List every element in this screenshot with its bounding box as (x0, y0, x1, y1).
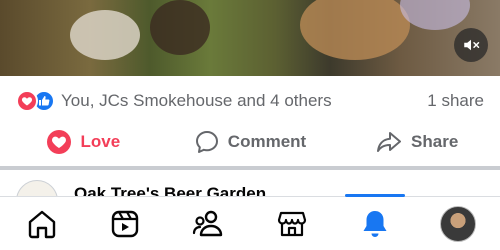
nav-notifications[interactable] (333, 194, 416, 250)
page-avatar[interactable] (16, 180, 58, 196)
share-button[interactable]: Share (333, 129, 500, 155)
love-label: Love (80, 132, 121, 151)
mute-button[interactable] (454, 28, 488, 62)
background-object (400, 0, 470, 30)
next-post-header[interactable]: Oak Tree's Beer Garden (0, 170, 500, 196)
dog-figure (300, 0, 410, 60)
page-name[interactable]: Oak Tree's Beer Garden (74, 184, 266, 196)
comment-button[interactable]: Comment (167, 129, 334, 155)
post-actions: Love Comment Share (0, 122, 500, 162)
share-label: Share (411, 132, 459, 151)
love-icon (47, 130, 72, 154)
bottom-nav (0, 194, 500, 250)
love-button[interactable]: Love (0, 129, 167, 155)
nav-friends[interactable] (167, 197, 250, 250)
reactions-bar[interactable]: You, JCs Smokehouse and 4 others 1 share (0, 84, 500, 118)
profile-avatar (440, 205, 477, 242)
share-icon (377, 132, 402, 152)
reels-icon (111, 210, 139, 237)
marketplace-icon (277, 211, 306, 236)
nav-profile[interactable] (417, 197, 500, 250)
notifications-icon (363, 210, 387, 237)
speaker-muted-icon (464, 39, 480, 51)
share-count[interactable]: 1 share (427, 91, 484, 111)
nav-marketplace[interactable] (250, 197, 333, 250)
dog-figure (70, 10, 140, 60)
home-icon (28, 210, 55, 238)
reaction-icons (16, 90, 55, 112)
nav-reels[interactable] (83, 197, 166, 250)
comment-icon (195, 131, 218, 153)
comment-label: Comment (227, 132, 307, 151)
post-video[interactable] (0, 0, 500, 76)
reaction-summary[interactable]: You, JCs Smokehouse and 4 others (61, 91, 427, 111)
love-reaction-icon (16, 90, 38, 112)
nav-home[interactable] (0, 197, 83, 250)
friends-icon (193, 210, 223, 236)
dog-figure (150, 0, 210, 55)
